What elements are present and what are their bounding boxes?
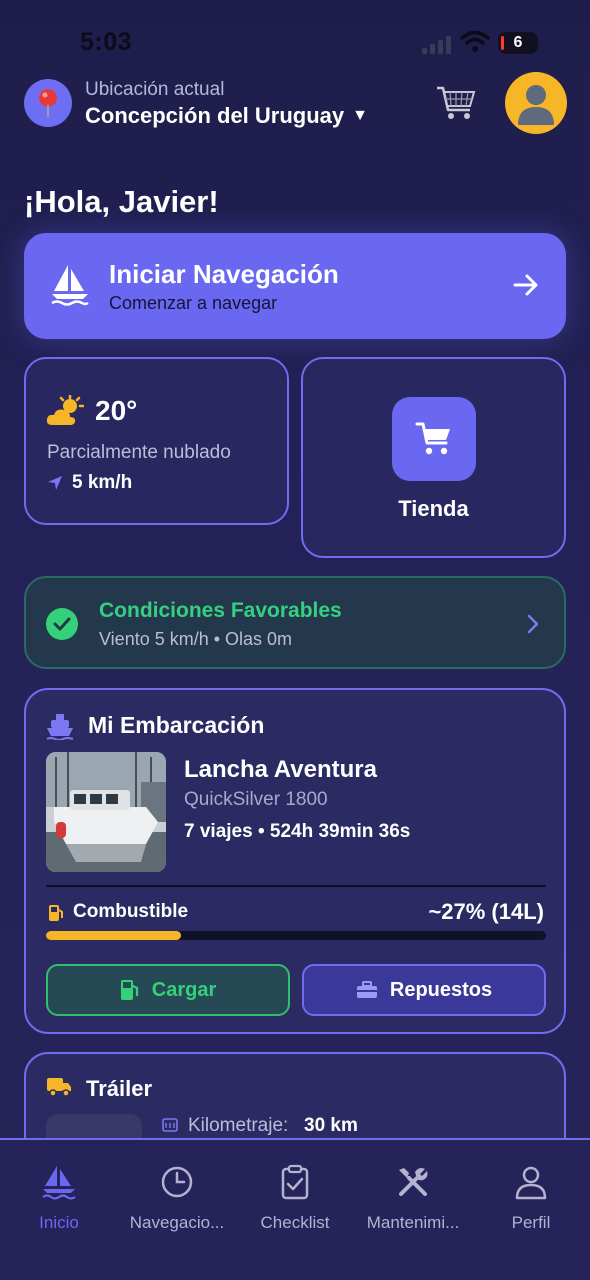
spare-parts-label: Repuestos [389, 978, 493, 1001]
store-card[interactable]: Tienda [301, 357, 566, 558]
signal-icon [422, 34, 454, 54]
boat-model: QuickSilver 1800 [184, 789, 328, 810]
boat-card[interactable]: Mi Embarcación Lancha Aventura QuickSilv… [24, 688, 566, 1034]
fuel-pump-icon [120, 980, 138, 1000]
tab-checklist[interactable]: Checklist [236, 1164, 354, 1233]
location-value: Concepción del Uruguay [85, 103, 345, 128]
store-icon-tile [392, 397, 476, 481]
location-pin-icon[interactable] [24, 79, 72, 127]
boat-stats: 7 viajes • 524h 39min 36s [184, 821, 411, 842]
status-time: 5:03 [80, 28, 133, 56]
tab-label: Checklist [260, 1213, 330, 1232]
tab-inicio[interactable]: Inicio [0, 1164, 118, 1233]
arrow-right-icon [513, 274, 538, 296]
fuel-progress-fill [46, 931, 181, 940]
weather-temperature: 20° [95, 395, 138, 426]
tab-label: Mantenimi... [366, 1213, 460, 1232]
fuel-value: ~27% (14L) [428, 899, 544, 924]
odometer-icon [162, 1118, 178, 1132]
bottom-tab-bar: Inicio Navegacio... Checklist Mantenimi.… [0, 1138, 590, 1280]
location-selector[interactable]: Concepción del Uruguay ▼ [85, 103, 368, 129]
weather-card[interactable]: 20° Parcialmente nublado 5 km/h [24, 357, 289, 525]
ship-icon [46, 714, 74, 740]
toolbox-icon [356, 981, 377, 998]
start-navigation-subtitle: Comenzar a navegar [109, 293, 278, 313]
check-circle-icon [46, 608, 78, 640]
partly-cloudy-icon [46, 395, 84, 425]
greeting-title: ¡Hola, Javier! [24, 184, 219, 219]
tools-icon [399, 1168, 428, 1196]
boat-photo [46, 752, 166, 872]
tab-label: Navegacio... [129, 1213, 225, 1232]
mileage-label: Kilometraje: [188, 1115, 289, 1136]
conditions-title: Condiciones Favorables [99, 599, 342, 622]
navigation-arrow-icon [48, 476, 62, 490]
sailboat-icon [42, 1166, 76, 1200]
fuel-pump-icon [49, 905, 63, 921]
person-icon [515, 1166, 547, 1200]
boat-name: Lancha Aventura [184, 756, 377, 783]
cart-icon[interactable] [434, 80, 478, 124]
caret-down-icon: ▼ [352, 107, 368, 124]
battery-level: 6 [513, 34, 523, 51]
sailboat-icon [51, 265, 89, 306]
start-navigation-button[interactable]: Iniciar Navegación Comenzar a navegar [24, 233, 566, 339]
status-bar: 5:03 6 [0, 0, 590, 70]
cart-icon [415, 422, 450, 455]
fuel-label: Combustible [73, 901, 189, 922]
weather-wind: 5 km/h [72, 472, 133, 493]
load-fuel-button[interactable]: Cargar [46, 964, 290, 1016]
load-fuel-label: Cargar [151, 978, 217, 1001]
truck-icon [47, 1078, 71, 1097]
boat-section-title: Mi Embarcación [88, 712, 265, 738]
location-label: Ubicación actual [85, 79, 225, 100]
person-icon [518, 85, 554, 125]
tab-label: Inicio [39, 1213, 79, 1232]
conditions-detail: Viento 5 km/h • Olas 0m [99, 629, 293, 649]
clock-icon [161, 1166, 193, 1198]
wifi-icon [460, 30, 490, 52]
tab-mantenimiento[interactable]: Mantenimi... [354, 1164, 472, 1233]
divider [46, 885, 546, 887]
tab-perfil[interactable]: Perfil [472, 1164, 590, 1233]
chevron-right-icon [527, 614, 539, 634]
trailer-section-title: Tráiler [86, 1076, 153, 1101]
tab-label: Perfil [511, 1213, 551, 1232]
avatar[interactable] [505, 72, 567, 134]
battery-indicator: 6 [498, 32, 538, 54]
tab-navegacion[interactable]: Navegacio... [118, 1164, 236, 1233]
weather-description: Parcialmente nublado [47, 442, 231, 463]
spare-parts-button[interactable]: Repuestos [302, 964, 546, 1016]
clipboard-check-icon [281, 1164, 309, 1200]
mileage-value: 30 km [304, 1115, 358, 1136]
fuel-progress-bar [46, 931, 546, 940]
conditions-card[interactable]: Condiciones Favorables Viento 5 km/h • O… [24, 576, 566, 669]
store-label: Tienda [398, 496, 469, 521]
start-navigation-title: Iniciar Navegación [109, 259, 339, 289]
